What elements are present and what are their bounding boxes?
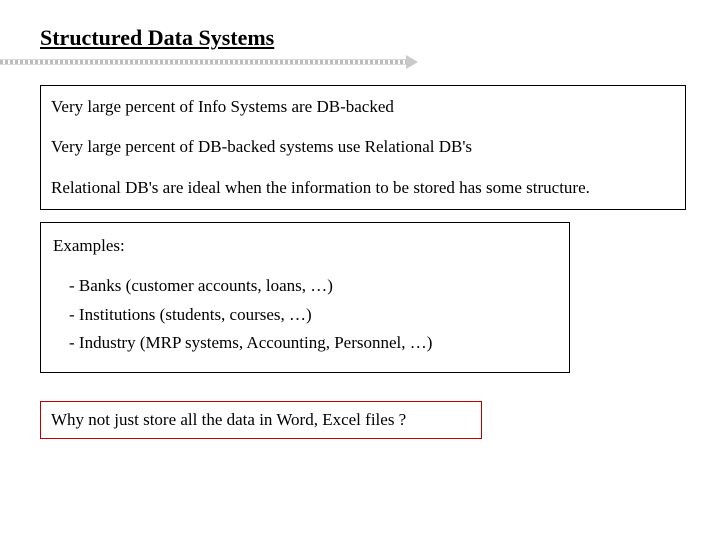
question-box: Why not just store all the data in Word,…	[40, 401, 482, 439]
main-points-box: Very large percent of Info Systems are D…	[40, 85, 686, 210]
point-db-backed: Very large percent of Info Systems are D…	[51, 94, 675, 120]
example-industry: - Industry (MRP systems, Accounting, Per…	[69, 330, 557, 356]
title-underline-arrow-icon	[0, 55, 416, 69]
example-institutions: - Institutions (students, courses, …)	[69, 302, 557, 328]
example-banks: - Banks (customer accounts, loans, …)	[69, 273, 557, 299]
examples-label: Examples:	[53, 233, 557, 259]
examples-box: Examples: - Banks (customer accounts, lo…	[40, 222, 570, 373]
question-text: Why not just store all the data in Word,…	[51, 410, 406, 429]
point-relational: Very large percent of DB-backed systems …	[51, 134, 675, 160]
point-structure: Relational DB's are ideal when the infor…	[51, 175, 675, 201]
slide-title: Structured Data Systems	[40, 25, 400, 55]
